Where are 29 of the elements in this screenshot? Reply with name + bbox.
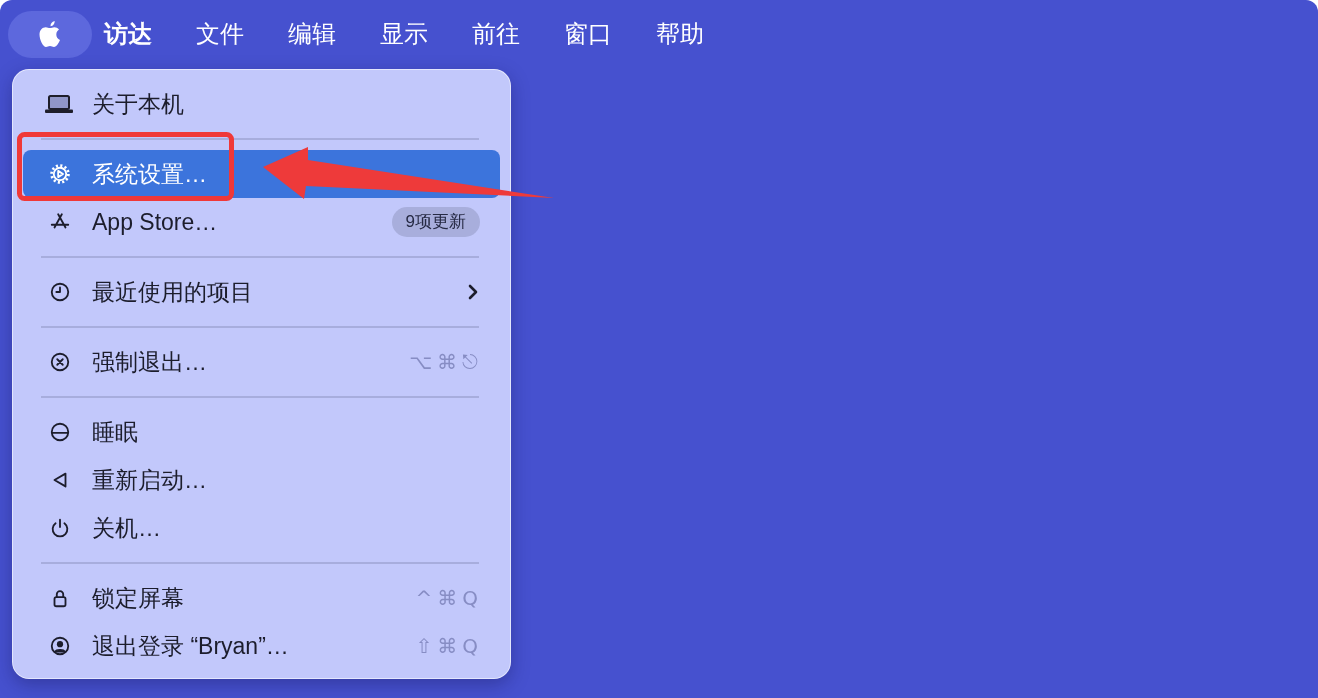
clock-icon [49, 281, 71, 303]
settings-icon [49, 163, 71, 185]
menu-bar-item[interactable]: 显示 [380, 10, 428, 58]
menu-item[interactable]: 锁定屏幕 ^⌘Q [23, 574, 500, 622]
update-badge: 9项更新 [391, 207, 480, 237]
user-circle-icon [49, 635, 71, 657]
keyboard-shortcut: ⌥⌘⎋ [408, 350, 483, 374]
menu-item[interactable]: 重新启动… [23, 456, 500, 504]
laptop-icon [45, 95, 73, 113]
menu-bar-item[interactable]: 前往 [472, 10, 520, 58]
menu-item[interactable]: 最近使用的项目 [23, 268, 500, 316]
power-icon [49, 517, 71, 539]
menu-item[interactable]: App Store… 9项更新 [23, 198, 500, 246]
apple-icon [38, 20, 62, 48]
menu-bar-item[interactable]: 文件 [196, 10, 244, 58]
keyboard-shortcut: ⇧⌘Q [415, 634, 483, 658]
menu-bar-item[interactable]: 编辑 [288, 10, 336, 58]
menu-bar-item[interactable]: 帮助 [656, 10, 704, 58]
menu-item[interactable]: 关机… [23, 504, 500, 552]
menu-item[interactable]: 强制退出… ⌥⌘⎋ [23, 338, 500, 386]
sleep-icon [49, 421, 71, 443]
menu-item[interactable]: 关于本机 [23, 80, 500, 128]
menu-bar-item[interactable]: 访达 [104, 10, 152, 58]
menu-bar-item[interactable]: 窗口 [564, 10, 612, 58]
menu-item[interactable]: 睡眠 [23, 408, 500, 456]
apple-menu-button[interactable] [8, 10, 92, 58]
close-circle-icon [49, 351, 71, 373]
menu-item[interactable]: 退出登录 “Bryan”… ⇧⌘Q [23, 622, 500, 670]
keyboard-shortcut: ^⌘Q [415, 586, 483, 610]
